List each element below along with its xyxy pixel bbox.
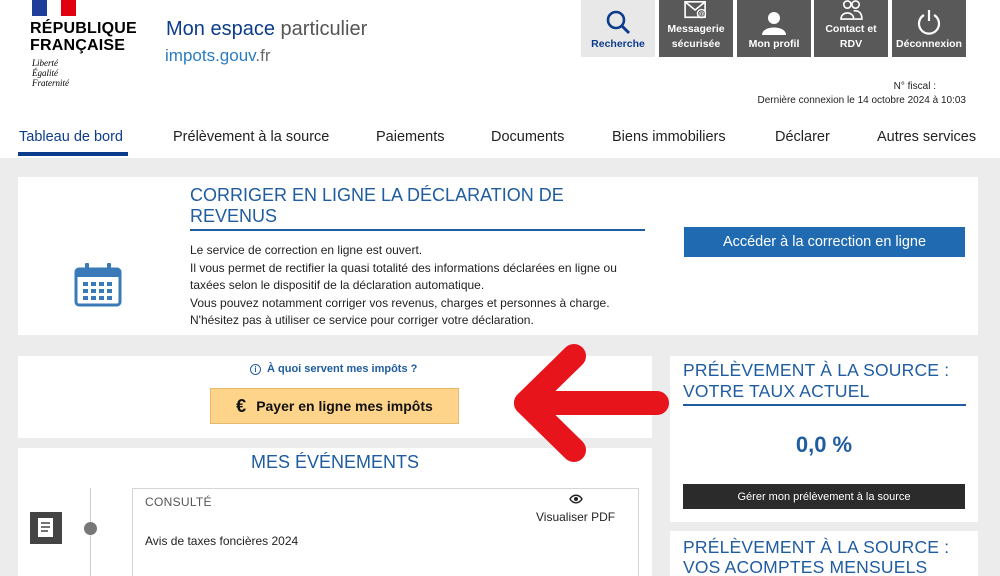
event-item-label: Avis de taxes foncières 2024	[145, 534, 299, 548]
french-flag-icon	[32, 0, 77, 16]
euro-icon: €	[236, 395, 247, 416]
devise-text: Liberté Égalité Fraternité	[32, 58, 69, 88]
event-card[interactable]: CONSULTÉ Visualiser PDF Avis de taxes fo…	[132, 488, 639, 576]
search-icon	[606, 10, 631, 35]
messagerie-button[interactable]: @ Messagerie sécurisée	[659, 0, 733, 57]
profil-button[interactable]: Mon profil	[737, 0, 811, 57]
a-quoi-servent-impots-link[interactable]: i À quoi servent mes impôts ?	[250, 363, 417, 375]
info-icon: i	[250, 363, 261, 375]
title-divider	[683, 404, 966, 406]
payer-en-ligne-button[interactable]: € Payer en ligne mes impôts	[210, 388, 459, 424]
nav-paiements[interactable]: Paiements	[376, 129, 445, 145]
last-connection: Dernière connexion le 14 octobre 2024 à …	[757, 95, 966, 106]
svg-text:@: @	[698, 11, 704, 18]
nav-tableau-de-bord[interactable]: Tableau de bord	[19, 129, 123, 145]
contact-button[interactable]: Contact et RDV	[814, 0, 888, 57]
correction-panel: CORRIGER EN LIGNE LA DÉCLARATION DE REVE…	[18, 177, 978, 335]
event-status: CONSULTÉ	[145, 495, 212, 509]
red-arrow-annotation	[514, 344, 669, 462]
nav-biens-immobiliers[interactable]: Biens immobiliers	[612, 129, 726, 145]
active-tab-indicator	[18, 152, 128, 156]
nav-documents[interactable]: Documents	[491, 129, 564, 145]
correction-description: Le service de correction en ligne est ou…	[190, 243, 617, 327]
timeline-dot	[84, 522, 97, 535]
eye-icon	[569, 494, 583, 504]
site-header: RÉPUBLIQUE FRANÇAISE Liberté Égalité Fra…	[0, 0, 1000, 158]
tax-rate-value: 0,0 %	[795, 432, 853, 457]
pas-acomptes-title: PRÉLÈVEMENT À LA SOURCE : VOS ACOMPTES M…	[683, 537, 950, 576]
users-icon	[840, 0, 863, 20]
acceder-correction-button[interactable]: Accéder à la correction en ligne	[684, 227, 965, 257]
republique-francaise-text: RÉPUBLIQUE FRANÇAISE	[30, 20, 137, 54]
pas-rate-panel: PRÉLÈVEMENT À LA SOURCE : VOTRE TAUX ACT…	[670, 356, 978, 522]
nav-prelevement-source[interactable]: Prélèvement à la source	[173, 129, 329, 145]
power-icon	[917, 10, 941, 35]
pas-acomptes-panel: PRÉLÈVEMENT À LA SOURCE : VOS ACOMPTES M…	[670, 531, 978, 576]
gerer-prelevement-button[interactable]: Gérer mon prélèvement à la source	[683, 484, 965, 509]
main-nav: Tableau de bord Prélèvement à la source …	[0, 127, 1000, 157]
events-panel: MES ÉVÉNEMENTS CONSULTÉ Visualiser PDF A…	[18, 448, 652, 576]
fiscal-number: N° fiscal :	[893, 81, 936, 92]
document-icon	[30, 512, 62, 544]
visualiser-pdf-link[interactable]: Visualiser PDF	[536, 510, 615, 524]
nav-autres-services[interactable]: Autres services	[877, 129, 976, 145]
espace-title: Mon espace particulier	[166, 18, 368, 40]
pas-rate-title: PRÉLÈVEMENT À LA SOURCE : VOTRE TAUX ACT…	[683, 360, 950, 401]
site-domain[interactable]: impots.gouv.fr	[165, 46, 271, 66]
deconnexion-button[interactable]: Déconnexion	[892, 0, 966, 57]
search-button[interactable]: Recherche	[581, 0, 655, 57]
correction-title: CORRIGER EN LIGNE LA DÉCLARATION DE REVE…	[190, 185, 564, 226]
user-icon	[762, 12, 786, 35]
calendar-icon	[74, 263, 122, 307]
mail-icon: @	[684, 1, 707, 19]
title-divider	[190, 229, 645, 231]
nav-declarer[interactable]: Déclarer	[775, 129, 830, 145]
